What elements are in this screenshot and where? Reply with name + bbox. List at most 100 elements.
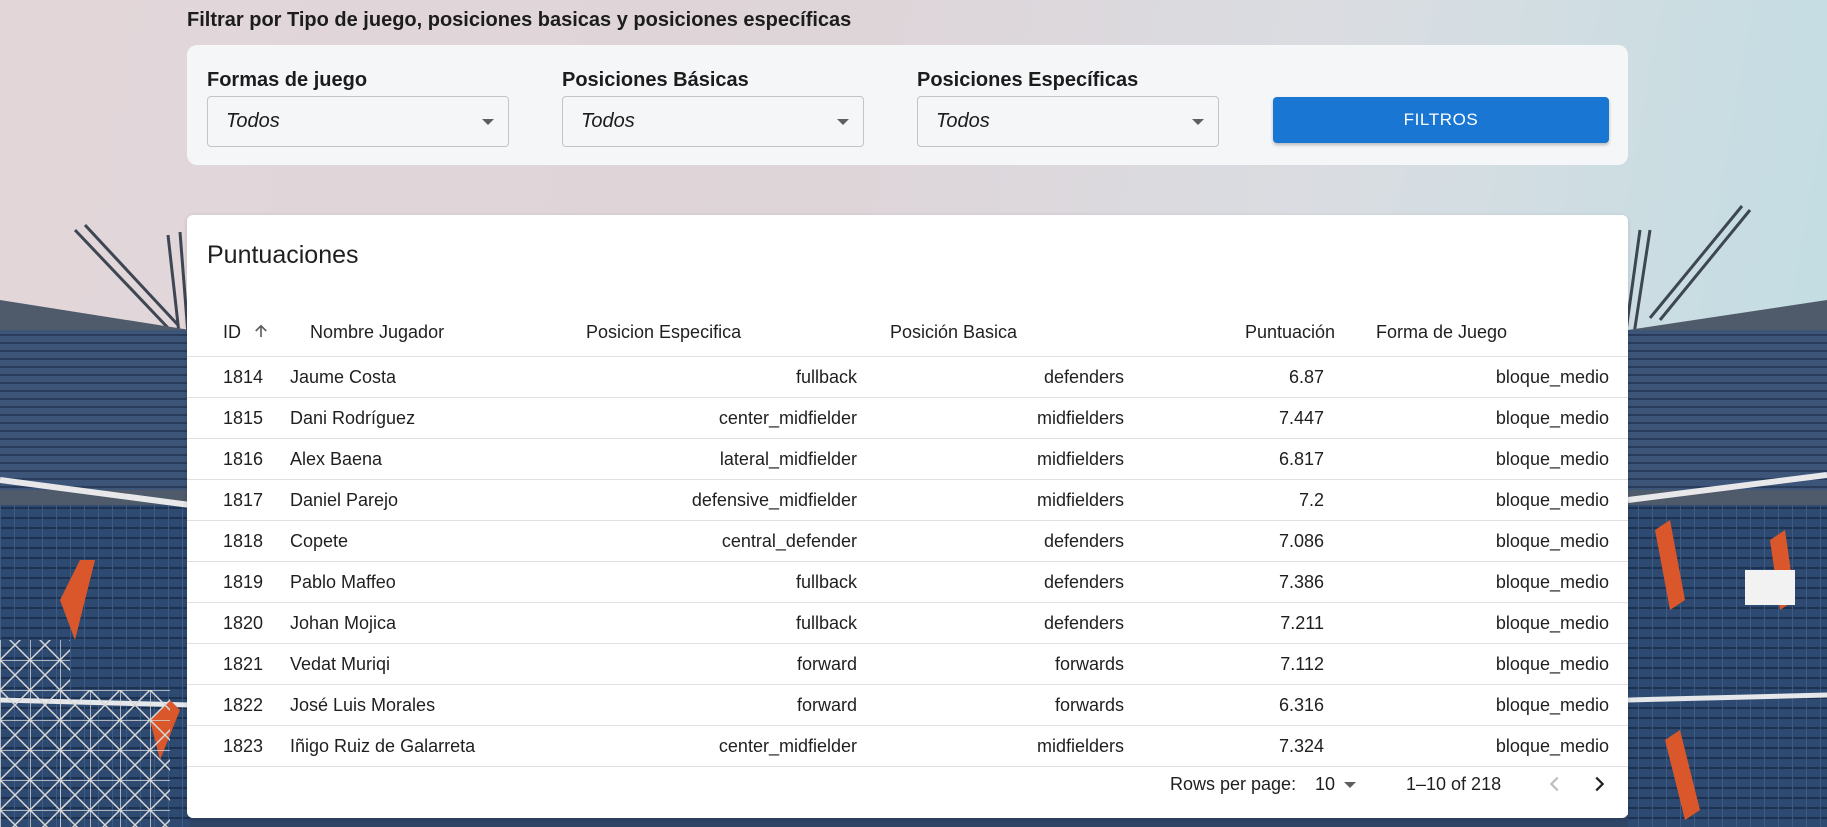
especificas-label: Posiciones Específicas — [917, 69, 1139, 91]
cell-posicion-basica: midfielders — [1036, 449, 1124, 469]
column-header-nombre[interactable]: Nombre Jugador — [310, 307, 444, 357]
cell-nombre: Jaume Costa — [290, 367, 397, 387]
cell-forma-de-juego: bloque_medio — [1495, 572, 1609, 592]
table-row[interactable]: 1821 Vedat Muriqi forward forwards 7.112 bloq… — [187, 644, 1628, 685]
cell-posicion-especifica: fullback — [795, 572, 857, 592]
cell-posicion-basica: defenders — [1043, 572, 1124, 592]
basicas-label: Posiciones Básicas — [562, 69, 749, 91]
cell-posicion-basica: forwards — [1054, 695, 1124, 715]
cell-nombre: Daniel Parejo — [290, 490, 399, 510]
cell-id: 1817 — [223, 490, 264, 510]
column-header-id[interactable]: ID — [223, 307, 270, 357]
table-row[interactable]: 1815 Dani Rodríguez center_midfielder midfi… — [187, 398, 1628, 439]
cell-puntuacion: 6.87 — [1288, 367, 1324, 387]
next-page-button[interactable] — [1581, 766, 1617, 802]
cell-posicion-basica: defenders — [1043, 613, 1124, 633]
table-header: ID Nombre Jugador Posicion Especifica Po… — [187, 307, 1628, 357]
cell-nombre: Johan Mojica — [290, 613, 397, 633]
cell-posicion-especifica: central_defender — [721, 531, 857, 551]
cell-id: 1819 — [223, 572, 264, 592]
cell-forma-de-juego: bloque_medio — [1495, 695, 1609, 715]
cell-id: 1814 — [223, 367, 264, 387]
cell-nombre: Alex Baena — [290, 449, 383, 469]
dropdown-arrow-icon[interactable] — [1344, 782, 1356, 788]
column-header-label: ID — [223, 322, 241, 342]
page-range: 1–10 of 218 — [1406, 774, 1502, 794]
table-row[interactable]: 1820 Johan Mojica fullback defenders 7.211 bl… — [187, 603, 1628, 644]
previous-page-button[interactable] — [1537, 766, 1573, 802]
formas-select-value: Todos — [226, 110, 280, 132]
table-pagination: Rows per page: 10 1–10 of 218 — [187, 750, 1628, 818]
dropdown-arrow-icon — [837, 119, 849, 125]
cell-posicion-especifica: defensive_midfielder — [691, 490, 857, 510]
cell-puntuacion: 6.316 — [1278, 695, 1324, 715]
cell-id: 1815 — [223, 408, 264, 428]
cell-id: 1818 — [223, 531, 264, 551]
formas-label: Formas de juego — [207, 69, 368, 91]
basicas-filter: Posiciones Básicas Todos — [562, 68, 864, 147]
filter-panel: Formas de juego Todos Posiciones Básicas… — [187, 45, 1628, 165]
table-row[interactable]: 1814 Jaume Costa fullback defenders 6.87 bloq… — [187, 357, 1628, 398]
puntuaciones-table-card: Puntuaciones ID Nombre Jugador Posicion … — [187, 215, 1628, 818]
basicas-select-value: Todos — [581, 110, 635, 132]
column-header-puntuacion[interactable]: Puntuación — [1245, 307, 1335, 357]
cell-id: 1822 — [223, 695, 264, 715]
filter-heading: Filtrar por Tipo de juego, posiciones ba… — [187, 9, 852, 31]
cell-forma-de-juego: bloque_medio — [1495, 367, 1609, 387]
chevron-right-icon — [1595, 776, 1605, 792]
cell-forma-de-juego: bloque_medio — [1495, 613, 1609, 633]
cell-puntuacion: 7.112 — [1280, 654, 1324, 674]
cell-puntuacion: 7.386 — [1278, 572, 1324, 592]
cell-puntuacion: 7.2 — [1298, 490, 1324, 510]
cell-puntuacion: 7.447 — [1278, 408, 1324, 428]
column-header-posicion-especifica[interactable]: Posicion Especifica — [586, 307, 741, 357]
cell-nombre: Copete — [290, 531, 349, 551]
cell-posicion-basica: midfielders — [1036, 408, 1124, 428]
cell-id: 1820 — [223, 613, 264, 633]
cell-id: 1821 — [223, 654, 264, 674]
cell-posicion-especifica: fullback — [795, 367, 857, 387]
cell-posicion-basica: forwards — [1054, 654, 1124, 674]
cell-forma-de-juego: bloque_medio — [1495, 654, 1609, 674]
cell-puntuacion: 6.817 — [1278, 449, 1324, 469]
cell-forma-de-juego: bloque_medio — [1495, 531, 1609, 551]
column-header-posicion-basica[interactable]: Posición Basica — [890, 307, 1017, 357]
table-row[interactable]: 1819 Pablo Maffeo fullback defenders 7.386 bl… — [187, 562, 1628, 603]
column-header-forma-de-juego[interactable]: Forma de Juego — [1376, 307, 1507, 357]
table-row[interactable]: 1822 José Luis Morales forward forwards 6.31… — [187, 685, 1628, 726]
cell-id: 1816 — [223, 449, 264, 469]
cell-posicion-basica: defenders — [1043, 367, 1124, 387]
rows-per-page-label: Rows per page: — [1170, 774, 1297, 794]
table-row[interactable]: 1816 Alex Baena lateral_midfielder midfield… — [187, 439, 1628, 480]
cell-nombre: Vedat Muriqi — [290, 654, 391, 674]
cell-posicion-basica: midfielders — [1036, 490, 1124, 510]
filtros-button[interactable]: FILTROS — [1273, 97, 1609, 143]
rows-per-page-select[interactable]: 10 — [1315, 774, 1335, 795]
cell-puntuacion: 7.211 — [1280, 613, 1324, 633]
cell-nombre: José Luis Morales — [290, 695, 436, 715]
cell-nombre: Pablo Maffeo — [290, 572, 396, 592]
especificas-select-value: Todos — [936, 110, 990, 132]
cell-nombre: Dani Rodríguez — [290, 408, 416, 428]
cell-posicion-basica: defenders — [1043, 531, 1124, 551]
cell-posicion-especifica: lateral_midfielder — [719, 449, 857, 469]
dropdown-arrow-icon — [1192, 119, 1204, 125]
arrow-up-icon[interactable] — [252, 322, 270, 340]
cell-posicion-especifica: fullback — [795, 613, 857, 633]
cell-posicion-especifica: forward — [796, 695, 857, 715]
chevron-left-icon — [1549, 776, 1559, 792]
table-row[interactable]: 1818 Copete central_defender defenders 7.086… — [187, 521, 1628, 562]
table-row[interactable]: 1817 Daniel Parejo defensive_midfielder mid… — [187, 480, 1628, 521]
cell-forma-de-juego: bloque_medio — [1495, 449, 1609, 469]
cell-posicion-especifica: forward — [796, 654, 857, 674]
formas-filter: Formas de juego Todos — [207, 68, 509, 147]
cell-puntuacion: 7.086 — [1278, 531, 1324, 551]
cell-forma-de-juego: bloque_medio — [1495, 490, 1609, 510]
basicas-select[interactable]: Todos — [562, 96, 864, 147]
especificas-filter: Posiciones Específicas Todos — [917, 68, 1219, 147]
especificas-select[interactable]: Todos — [917, 96, 1219, 147]
formas-select[interactable]: Todos — [207, 96, 509, 147]
cell-forma-de-juego: bloque_medio — [1495, 408, 1609, 428]
table-title: Puntuaciones — [207, 241, 359, 269]
dropdown-arrow-icon — [482, 119, 494, 125]
